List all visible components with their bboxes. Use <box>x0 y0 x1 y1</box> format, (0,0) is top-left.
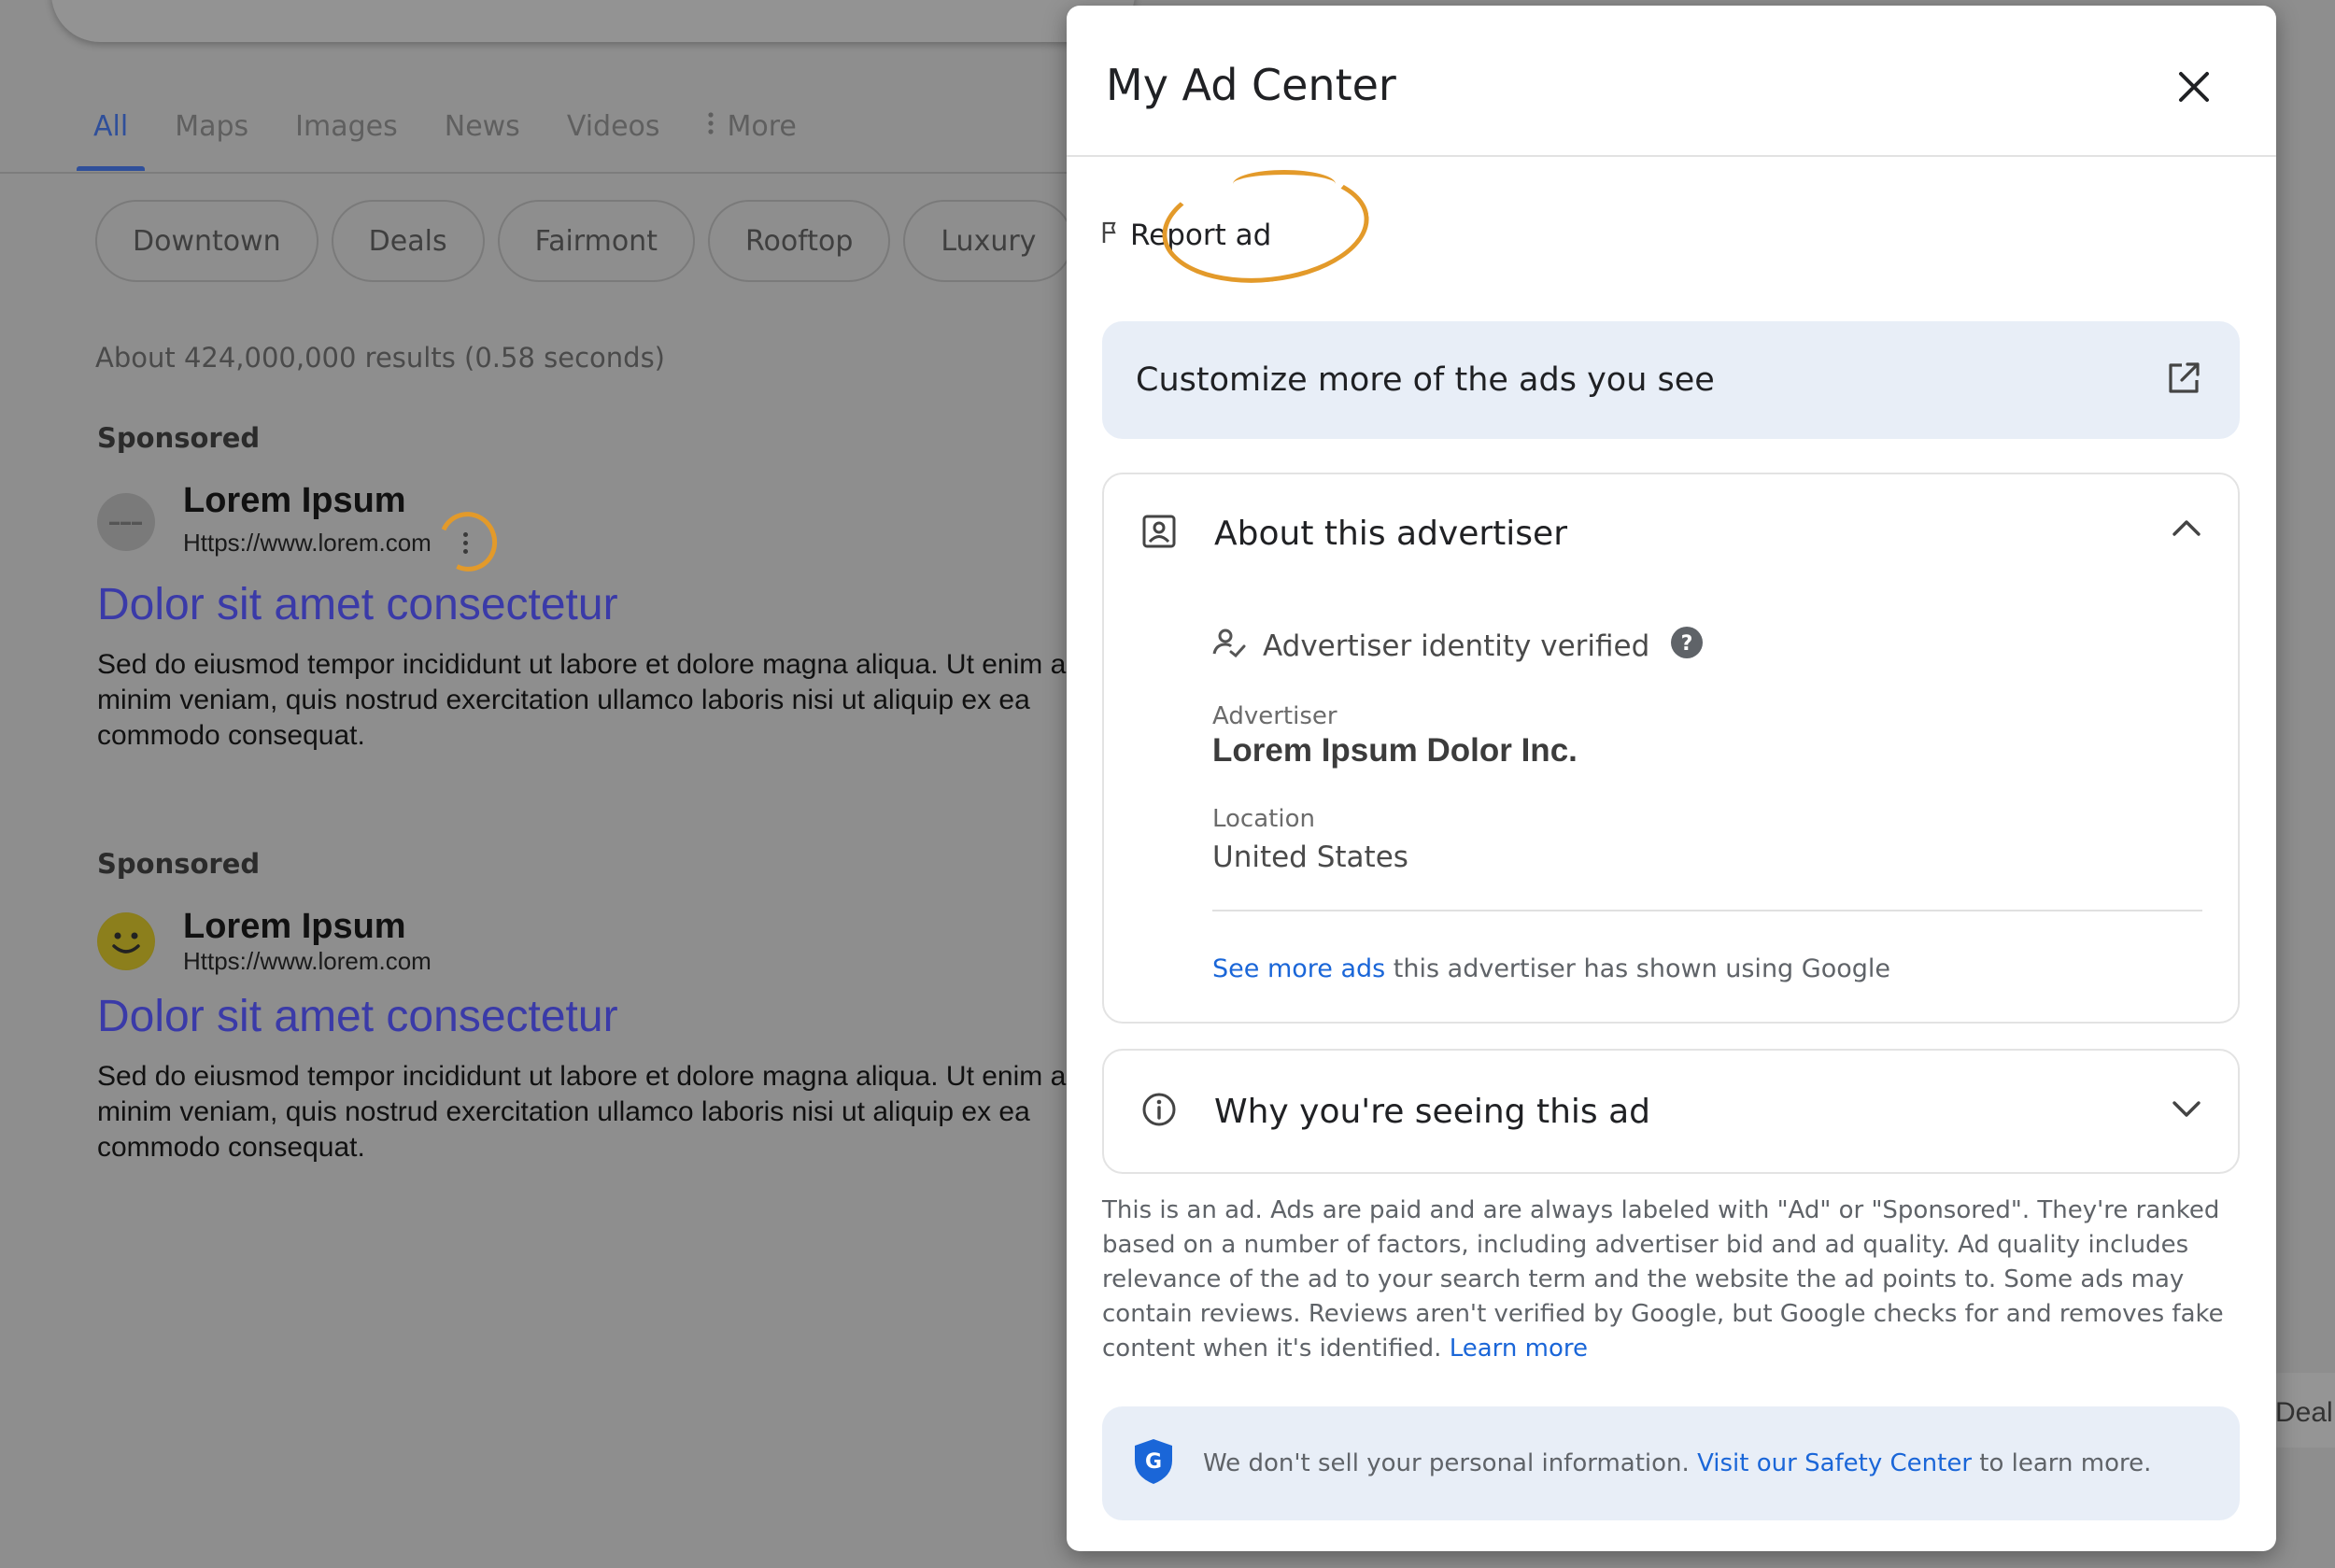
ad-description: Sed do eiusmod tempor incididunt ut labo… <box>97 1061 1082 1163</box>
identity-verified-row: Advertiser identity verified ? <box>1212 626 1704 667</box>
svg-text:G: G <box>1145 1450 1162 1474</box>
why-seeing-ad-card[interactable]: Why you're seeing this ad <box>1102 1049 2240 1174</box>
expand-button[interactable] <box>2171 1099 2202 1123</box>
safety-text-before: We don't sell your personal information. <box>1203 1449 1698 1477</box>
sponsored-result: Sponsored Lorem Ipsum Https://www.lorem.… <box>97 848 1087 1165</box>
customize-ads-label: Customize more of the ads you see <box>1136 361 1715 399</box>
ad-disclaimer: This is an ad. Ads are paid and are alwa… <box>1102 1194 2240 1366</box>
tab-videos[interactable]: Videos <box>567 110 660 171</box>
google-shield-icon: G <box>1132 1437 1175 1490</box>
search-box[interactable] <box>51 0 1135 42</box>
tab-more-label: More <box>727 110 797 143</box>
see-more-ads-link[interactable]: See more ads <box>1212 954 1385 983</box>
ad-options-button[interactable] <box>430 503 505 580</box>
see-more-ads-text: this advertiser has shown using Google <box>1385 954 1890 983</box>
partial-card-text: Deal <box>2275 1397 2333 1428</box>
open-in-new-icon <box>2165 360 2202 401</box>
advertiser-value: Lorem Ipsum Dolor Inc. <box>1212 732 1578 769</box>
smiley-icon <box>97 911 155 970</box>
close-button[interactable] <box>2169 62 2219 112</box>
safety-text-after: to learn more. <box>1972 1449 2152 1477</box>
filter-chips: Downtown Deals Fairmont Rooftop Luxury <box>95 200 1074 282</box>
advertiser-name[interactable]: Lorem Ipsum <box>183 480 488 521</box>
ad-url[interactable]: Https://www.lorem.com <box>183 529 432 558</box>
why-seeing-ad-title: Why you're seeing this ad <box>1214 1092 1651 1131</box>
advertiser-label: Advertiser <box>1212 702 1337 730</box>
safety-center-banner: G We don't sell your personal informatio… <box>1102 1406 2240 1520</box>
about-advertiser-header[interactable]: About this advertiser <box>1141 514 1567 553</box>
search-tabs: All Maps Images News Videos More <box>76 110 843 171</box>
chip-rooftop[interactable]: Rooftop <box>707 200 891 282</box>
dialog-header: My Ad Center <box>1067 6 2276 157</box>
dialog-title: My Ad Center <box>1106 60 1396 110</box>
ad-title-link[interactable]: Dolor sit amet consectetur <box>97 579 1087 630</box>
sponsored-label: Sponsored <box>97 422 261 454</box>
location-value: United States <box>1212 841 1408 874</box>
advertiser-name[interactable]: Lorem Ipsum <box>183 906 432 947</box>
close-icon <box>2179 72 2209 102</box>
about-advertiser-card: About this advertiser Advertiser identit… <box>1102 473 2240 1024</box>
highlight-circle-stroke <box>1233 170 1336 198</box>
collapse-button[interactable] <box>2171 517 2202 542</box>
ad-url[interactable]: Https://www.lorem.com <box>183 947 432 976</box>
more-vert-icon <box>707 110 715 143</box>
customize-ads-button[interactable]: Customize more of the ads you see <box>1102 321 2240 439</box>
help-icon[interactable]: ? <box>1670 626 1704 667</box>
see-more-ads-row: See more ads this advertiser has shown u… <box>1212 954 1890 983</box>
verified-person-icon <box>1212 628 1246 665</box>
info-icon <box>1141 1092 1177 1131</box>
ad-disclaimer-text: This is an ad. Ads are paid and are alwa… <box>1102 1196 2224 1363</box>
about-advertiser-title: About this advertiser <box>1214 514 1567 553</box>
ad-title-link[interactable]: Dolor sit amet consectetur <box>97 991 1087 1042</box>
tab-images[interactable]: Images <box>295 110 398 171</box>
sponsored-label: Sponsored <box>97 848 261 880</box>
chip-luxury[interactable]: Luxury <box>903 200 1074 282</box>
sponsored-result: Sponsored ▬▬▬ Lorem Ipsum Https://www.lo… <box>97 422 1087 754</box>
tab-maps[interactable]: Maps <box>175 110 248 171</box>
advertiser-badge-icon <box>1141 514 1177 553</box>
card-divider <box>1212 910 2202 911</box>
chevron-up-icon <box>2172 520 2201 536</box>
svg-text:?: ? <box>1681 632 1693 656</box>
why-seeing-ad-header: Why you're seeing this ad <box>1141 1092 1650 1131</box>
flag-icon <box>1102 219 1117 252</box>
results-count: About 424,000,000 results (0.58 seconds) <box>95 342 665 374</box>
chip-fairmont[interactable]: Fairmont <box>497 200 695 282</box>
chevron-down-icon <box>2172 1101 2201 1117</box>
safety-center-link[interactable]: Visit our Safety Center <box>1697 1449 1972 1477</box>
identity-verified-label: Advertiser identity verified <box>1263 629 1650 663</box>
my-ad-center-dialog: My Ad Center Report ad Customize more of… <box>1067 6 2276 1551</box>
safety-text: We don't sell your personal information.… <box>1203 1449 2151 1477</box>
site-favicon: ▬▬▬ <box>97 493 155 551</box>
tab-all[interactable]: All <box>76 110 146 171</box>
ad-description: Sed do eiusmod tempor incididunt ut labo… <box>97 649 1082 751</box>
chip-deals[interactable]: Deals <box>331 200 485 282</box>
location-label: Location <box>1212 805 1315 833</box>
chip-downtown[interactable]: Downtown <box>95 200 318 282</box>
tab-more[interactable]: More <box>707 110 797 171</box>
tabs-divider <box>0 172 1074 174</box>
learn-more-link[interactable]: Learn more <box>1450 1335 1588 1363</box>
report-ad-button[interactable]: Report ad <box>1102 161 1375 293</box>
tab-news[interactable]: News <box>445 110 520 171</box>
